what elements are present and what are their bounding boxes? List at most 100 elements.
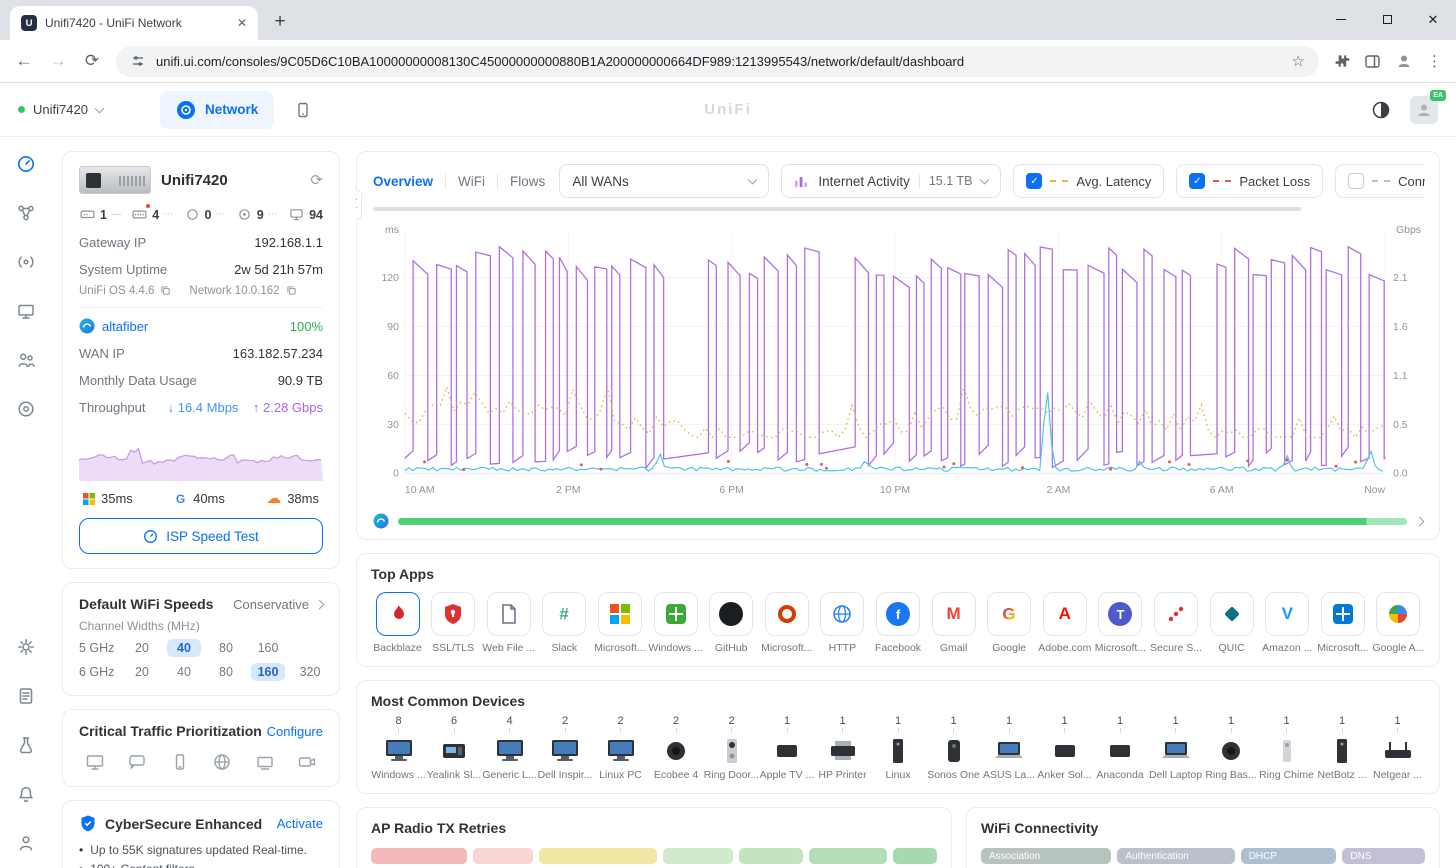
nav-radios-icon[interactable]: [15, 251, 37, 273]
app-item-gmail[interactable]: MGmail: [927, 592, 980, 654]
counter-other[interactable]: 0⋯: [184, 206, 227, 223]
channel-width-20[interactable]: 20: [125, 639, 159, 657]
counter-wan[interactable]: 1—: [79, 206, 122, 223]
checkbox[interactable]: ✓: [1189, 173, 1205, 189]
isp-speed-test-button[interactable]: ISP Speed Test: [79, 518, 323, 554]
device-item-hp-printer[interactable]: 1HP Printer: [815, 715, 870, 781]
channel-width-320[interactable]: 320: [293, 663, 327, 681]
device-item-linux-pc[interactable]: 2Linux PC: [593, 715, 648, 781]
extensions-puzzle-icon[interactable]: [1333, 53, 1350, 69]
copy-icon[interactable]: [159, 284, 172, 297]
app-item-secure-s[interactable]: Secure S...: [1150, 592, 1203, 654]
nav-notifications-bell-icon[interactable]: [15, 783, 37, 805]
tab-wifi[interactable]: WiFi: [456, 174, 487, 189]
configure-link[interactable]: Configure: [267, 724, 323, 739]
profile-avatar-icon[interactable]: [1395, 53, 1413, 69]
channel-width-20[interactable]: 20: [125, 663, 159, 681]
url-text[interactable]: unifi.ui.com/consoles/9C05D6C10BA1000000…: [156, 54, 1282, 69]
console-switcher[interactable]: Unifi7420: [18, 102, 150, 117]
device-item-ring-door[interactable]: 2Ring Door...: [704, 715, 759, 781]
tab-flows[interactable]: Flows: [508, 174, 547, 189]
app-item-backblaze[interactable]: Backblaze: [371, 592, 424, 654]
device-item-windows[interactable]: 8Windows ...: [371, 715, 426, 781]
nav-topology-icon[interactable]: [15, 202, 37, 224]
app-item-google-a[interactable]: Google A...: [1372, 592, 1425, 654]
app-item-windows[interactable]: Windows ...: [649, 592, 702, 654]
channel-width-40[interactable]: 40: [167, 639, 201, 657]
app-item-http[interactable]: HTTP: [816, 592, 869, 654]
window-minimize-button[interactable]: [1318, 0, 1364, 38]
app-item-github[interactable]: GitHub: [705, 592, 758, 654]
nav-logs-icon[interactable]: [15, 685, 37, 707]
device-item-dell-inspir[interactable]: 2Dell Inspir...: [538, 715, 593, 781]
device-item-apple-tv[interactable]: 1Apple TV ...: [760, 715, 815, 781]
chevron-right-icon[interactable]: [1415, 516, 1425, 526]
cloud-sync-icon[interactable]: ⟳: [310, 171, 323, 189]
channel-width-80[interactable]: 80: [209, 639, 243, 657]
device-item-netbotz[interactable]: 1NetBotz ...: [1315, 715, 1370, 781]
checkbox[interactable]: ✓: [1026, 173, 1042, 189]
site-info-icon[interactable]: [130, 53, 146, 69]
app-item-facebook[interactable]: fFacebook: [871, 592, 924, 654]
address-bar[interactable]: unifi.ui.com/consoles/9C05D6C10BA1000000…: [116, 46, 1319, 77]
window-close-button[interactable]: ✕: [1410, 0, 1456, 38]
back-button[interactable]: ←: [14, 51, 34, 71]
app-item-web-file[interactable]: Web File ...: [482, 592, 535, 654]
app-item-microsoft[interactable]: Microsoft...: [593, 592, 646, 654]
app-item-google[interactable]: GGoogle: [983, 592, 1036, 654]
device-item-ring-chime[interactable]: 1Ring Chime: [1259, 715, 1314, 781]
toggle-packet-loss[interactable]: ✓Packet Loss: [1176, 164, 1323, 198]
app-item-microsoft[interactable]: TMicrosoft...: [1094, 592, 1147, 654]
counter-switches[interactable]: 4⋯: [131, 206, 174, 223]
device-item-asus-la[interactable]: 1ASUS La...: [982, 715, 1037, 781]
device-item-anker-sol[interactable]: 1Anker Sol...: [1037, 715, 1092, 781]
internet-activity-selector[interactable]: Internet Activity 15.1 TB: [781, 164, 1001, 198]
bookmark-star-icon[interactable]: ☆: [1292, 52, 1305, 70]
browser-menu-icon[interactable]: ⋮: [1427, 52, 1442, 70]
forward-button[interactable]: →: [48, 51, 68, 71]
device-item-ecobee-4[interactable]: 2Ecobee 4: [649, 715, 704, 781]
theme-toggle-icon[interactable]: [1372, 101, 1390, 119]
device-item-yealink-sl[interactable]: 6Yealink Sl...: [427, 715, 482, 781]
wifi-speeds-mode-link[interactable]: Conservative: [233, 597, 323, 612]
app-item-adobe-com[interactable]: AAdobe.com: [1038, 592, 1091, 654]
app-item-microsoft[interactable]: Microsoft...: [760, 592, 813, 654]
toggle-avg-latency[interactable]: ✓Avg. Latency: [1013, 164, 1164, 198]
device-item-dell-laptop[interactable]: 1Dell Laptop: [1148, 715, 1203, 781]
app-item-ssl-tls[interactable]: SSL/TLS: [427, 592, 480, 654]
horizontal-scrollbar[interactable]: [373, 207, 1301, 211]
channel-width-40[interactable]: 40: [167, 663, 201, 681]
nav-labs-icon[interactable]: [15, 734, 37, 756]
browser-tab[interactable]: U Unifi7420 - UniFi Network ✕: [10, 6, 258, 40]
app-item-microsoft[interactable]: Microsoft...: [1316, 592, 1369, 654]
counter-clients[interactable]: 94: [288, 206, 323, 223]
nav-admins-icon[interactable]: [15, 832, 37, 854]
tab-overview[interactable]: Overview: [371, 174, 435, 189]
nav-settings-gear-icon[interactable]: [15, 636, 37, 658]
device-item-linux[interactable]: 1Linux: [871, 715, 926, 781]
counter-aps[interactable]: 9⋯: [236, 206, 279, 223]
app-item-amazon[interactable]: VAmazon ...: [1261, 592, 1314, 654]
nav-devices-icon[interactable]: [15, 300, 37, 322]
collapse-sidebar-handle[interactable]: [356, 190, 362, 220]
channel-width-80[interactable]: 80: [209, 663, 243, 681]
device-item-netgear[interactable]: 1Netgear ...: [1370, 715, 1425, 781]
nav-insights-icon[interactable]: [15, 398, 37, 420]
channel-width-160[interactable]: 160: [251, 663, 285, 681]
side-panel-icon[interactable]: [1364, 53, 1381, 70]
activate-link[interactable]: Activate: [277, 816, 323, 831]
app-item-quic[interactable]: QUIC: [1205, 592, 1258, 654]
device-item-generic-l[interactable]: 4Generic L...: [482, 715, 537, 781]
reload-button[interactable]: ⟳: [82, 51, 102, 71]
nav-dashboard-icon[interactable]: [15, 153, 37, 175]
isp-link[interactable]: altafiber: [102, 319, 148, 334]
app-item-slack[interactable]: #Slack: [538, 592, 591, 654]
mobile-app-button[interactable]: [294, 101, 312, 119]
tab-close-icon[interactable]: ✕: [234, 15, 250, 31]
wan-uptime-bar[interactable]: [398, 518, 1407, 525]
user-avatar[interactable]: EA: [1410, 96, 1438, 124]
nav-clients-icon[interactable]: [15, 349, 37, 371]
device-item-sonos-one[interactable]: 1Sonos One: [926, 715, 981, 781]
app-tab-network[interactable]: Network: [160, 91, 274, 129]
toggle-connection[interactable]: Connection: [1335, 164, 1425, 198]
